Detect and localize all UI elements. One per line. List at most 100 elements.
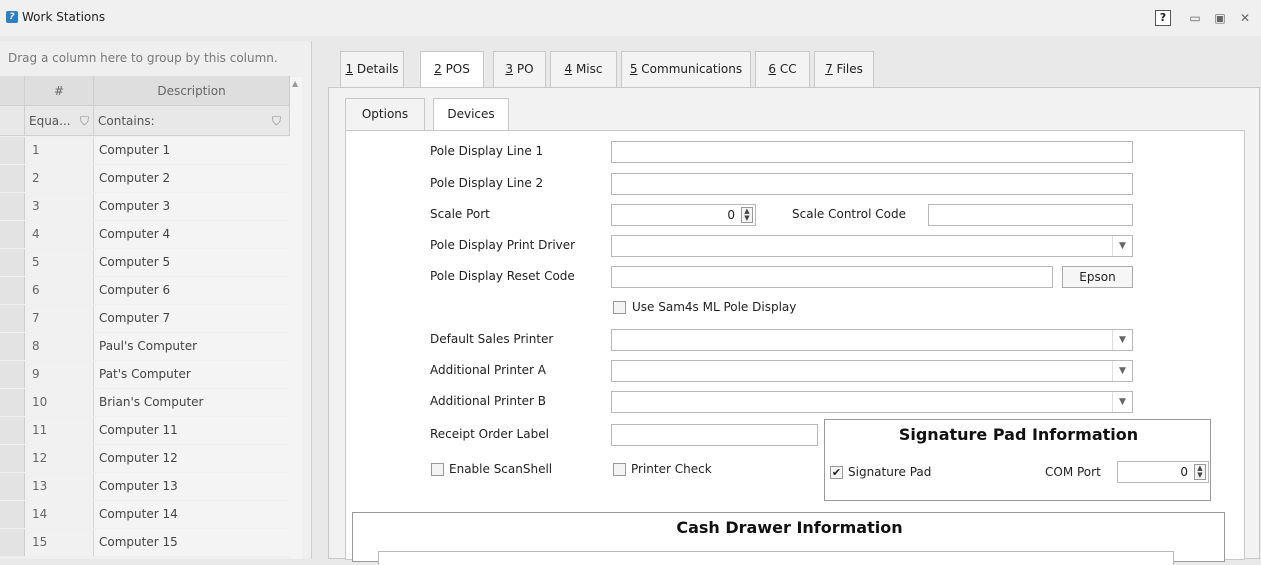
scale-port-stepper[interactable]: 0 ▲ ▼	[611, 204, 756, 226]
subtab-devices[interactable]: Devices	[433, 98, 509, 132]
grid-scrollbar[interactable]: ▲	[290, 77, 302, 559]
receipt-label: Receipt Order Label	[430, 427, 549, 441]
tab-pos[interactable]: 2 POS	[420, 51, 484, 89]
table-row[interactable]: 8 Paul's Computer	[0, 333, 290, 360]
app-icon: ?	[6, 11, 18, 23]
row-indicator[interactable]	[0, 165, 25, 192]
pole-line2-label: Pole Display Line 2	[430, 176, 544, 190]
minimize-button[interactable]: ▭	[1186, 9, 1204, 27]
pole-line1-input[interactable]	[611, 141, 1133, 163]
table-row[interactable]: 4 Computer 4	[0, 221, 290, 248]
row-number: 3	[25, 193, 94, 220]
row-number: 11	[25, 417, 94, 444]
spin-arrows-icon[interactable]: ▲ ▼	[1194, 464, 1206, 480]
row-indicator[interactable]	[0, 249, 25, 276]
table-row[interactable]: 10 Brian's Computer	[0, 389, 290, 416]
funnel-icon[interactable]: ⛉	[272, 106, 281, 136]
tab-communications[interactable]: 5 Communications	[621, 51, 751, 87]
row-number: 15	[25, 529, 94, 556]
chevron-down-icon[interactable]: ▼	[1112, 361, 1132, 381]
row-indicator[interactable]	[0, 417, 25, 444]
tab-misc[interactable]: 4 Misc	[550, 51, 617, 87]
spin-arrows-icon[interactable]: ▲ ▼	[741, 207, 753, 223]
table-row[interactable]: 14 Computer 14	[0, 501, 290, 528]
row-description: Computer 12	[94, 445, 290, 472]
row-indicator[interactable]	[0, 501, 25, 528]
table-row[interactable]: 15 Computer 15	[0, 529, 290, 556]
funnel-icon[interactable]: ⛉	[80, 106, 89, 136]
printer-check-checkbox[interactable]	[613, 463, 626, 476]
table-row[interactable]: 12 Computer 12	[0, 445, 290, 472]
table-row[interactable]: 6 Computer 6	[0, 277, 290, 304]
printer-a-select[interactable]: ▼	[611, 360, 1133, 382]
cash-drawer-select[interactable]	[378, 551, 1174, 565]
row-indicator[interactable]	[0, 193, 25, 220]
row-indicator[interactable]	[0, 277, 25, 304]
pole-reset-input[interactable]	[611, 266, 1053, 288]
chevron-down-icon[interactable]: ▼	[1112, 392, 1132, 412]
row-indicator[interactable]	[0, 333, 25, 360]
restore-button[interactable]: ▣	[1211, 9, 1229, 27]
scale-port-value: 0	[727, 208, 735, 222]
receipt-input[interactable]	[611, 424, 818, 446]
row-indicator-header	[0, 76, 25, 106]
signature-pad-group: Signature Pad Information ✔ Signature Pa…	[824, 419, 1211, 501]
row-number: 5	[25, 249, 94, 276]
row-indicator[interactable]	[0, 361, 25, 388]
row-number: 7	[25, 305, 94, 332]
row-number: 8	[25, 333, 94, 360]
pole-line2-input[interactable]	[611, 173, 1133, 195]
row-number: 2	[25, 165, 94, 192]
sam4s-checkbox[interactable]	[613, 301, 626, 314]
default-printer-select[interactable]: ▼	[611, 329, 1133, 351]
tab-details[interactable]: 1 Details	[340, 51, 404, 87]
scroll-up-icon[interactable]: ▲	[292, 79, 298, 88]
row-indicator[interactable]	[0, 529, 25, 556]
pole-line1-label: Pole Display Line 1	[430, 144, 544, 158]
table-row[interactable]: 13 Computer 13	[0, 473, 290, 500]
row-description: Computer 2	[94, 165, 290, 192]
filter-cell-num[interactable]: Equa... ⛉	[25, 106, 94, 136]
column-header-description[interactable]: Description	[94, 76, 290, 106]
row-indicator[interactable]	[0, 221, 25, 248]
chevron-down-icon[interactable]: ▼	[1112, 330, 1132, 350]
row-description: Computer 6	[94, 277, 290, 304]
row-indicator[interactable]	[0, 389, 25, 416]
table-row[interactable]: 2 Computer 2	[0, 165, 290, 192]
table-row[interactable]: 5 Computer 5	[0, 249, 290, 276]
row-description: Paul's Computer	[94, 333, 290, 360]
row-indicator[interactable]	[0, 137, 25, 164]
com-port-stepper[interactable]: 0 ▲ ▼	[1117, 461, 1209, 483]
pole-driver-select[interactable]: ▼	[611, 235, 1133, 257]
scale-control-label: Scale Control Code	[792, 207, 907, 221]
row-number: 13	[25, 473, 94, 500]
pos-tab-frame: Options Devices Pole Display Line 1 Pole…	[328, 87, 1260, 565]
printer-b-select[interactable]: ▼	[611, 391, 1133, 413]
row-indicator[interactable]	[0, 473, 25, 500]
tab-po[interactable]: 3 PO	[493, 51, 546, 87]
column-header-num[interactable]: #	[25, 76, 94, 106]
table-row[interactable]: 11 Computer 11	[0, 417, 290, 444]
help-button[interactable]: ?	[1155, 10, 1171, 26]
signature-pad-title: Signature Pad Information	[898, 425, 1139, 444]
table-row[interactable]: 9 Pat's Computer	[0, 361, 290, 388]
row-description: Computer 13	[94, 473, 290, 500]
tab-cc[interactable]: 6 CC	[755, 51, 810, 87]
close-button[interactable]: ✕	[1236, 9, 1254, 27]
epson-button[interactable]: Epson	[1062, 266, 1133, 288]
table-row[interactable]: 7 Computer 7	[0, 305, 290, 332]
pole-driver-label: Pole Display Print Driver	[430, 238, 576, 252]
chevron-down-icon[interactable]: ▼	[1112, 236, 1132, 256]
com-port-value: 0	[1180, 465, 1188, 479]
scanshell-checkbox[interactable]	[431, 463, 444, 476]
filter-cell-description[interactable]: Contains: ⛉	[94, 106, 290, 136]
row-indicator[interactable]	[0, 445, 25, 472]
table-row[interactable]: 1 Computer 1	[0, 137, 290, 164]
scale-control-input[interactable]	[928, 204, 1133, 226]
subtab-options[interactable]: Options	[345, 98, 425, 130]
signature-pad-checkbox[interactable]: ✔	[830, 466, 843, 479]
tab-files[interactable]: 7 Files	[814, 51, 874, 87]
row-description: Computer 1	[94, 137, 290, 164]
row-indicator[interactable]	[0, 305, 25, 332]
table-row[interactable]: 3 Computer 3	[0, 193, 290, 220]
